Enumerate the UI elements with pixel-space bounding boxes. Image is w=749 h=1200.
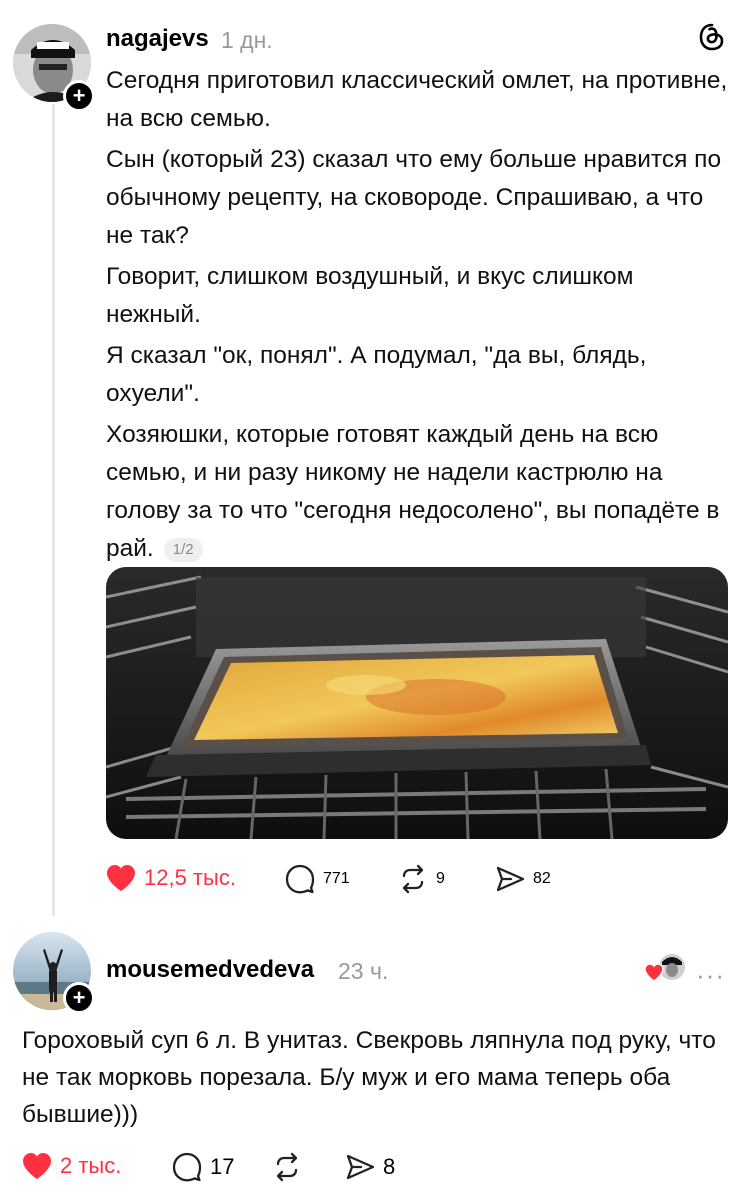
- comment-button[interactable]: 771: [285, 864, 350, 894]
- like-button[interactable]: 12,5 тыс.: [106, 864, 236, 892]
- heart-icon: [23, 1153, 51, 1179]
- comment-icon: [285, 864, 315, 894]
- heart-icon: [107, 865, 135, 891]
- post-timestamp: 1 дн.: [221, 27, 273, 53]
- comment-count: 771: [323, 870, 350, 887]
- share-count: 82: [533, 870, 551, 887]
- reply-comment-count: 17: [210, 1154, 235, 1179]
- post-paragraph: Хозяюшки, которые готовят каждый день на…: [106, 416, 731, 568]
- reply-repost-button[interactable]: [272, 1152, 302, 1182]
- repost-button[interactable]: 9: [398, 864, 445, 894]
- follow-plus-icon[interactable]: +: [63, 80, 95, 112]
- reply-share-button[interactable]: 8: [345, 1152, 395, 1182]
- post-paragraph: Сын (который 23) сказал что ему больше н…: [106, 146, 722, 249]
- post-username[interactable]: nagajevs: [106, 25, 209, 53]
- share-button[interactable]: 82: [495, 864, 551, 894]
- post-paragraph: Я сказал "ок, понял". А подумал, "да вы,…: [106, 342, 647, 407]
- repost-count: 9: [436, 870, 445, 887]
- post-image-omelette-in-oven[interactable]: [106, 567, 728, 839]
- thread-connector-line: [52, 104, 55, 916]
- threads-logo-icon[interactable]: [697, 22, 727, 57]
- reply-like-count: 2 тыс.: [60, 1153, 122, 1178]
- post-paragraph: Сегодня приготовил классический омлет, н…: [106, 67, 728, 132]
- reply-body: Гороховый суп 6 л. В унитаз. Свекровь ля…: [22, 1027, 716, 1128]
- reply-follow-plus-icon[interactable]: +: [63, 982, 95, 1014]
- more-options-icon[interactable]: ···: [696, 960, 725, 991]
- reply-share-count: 8: [383, 1154, 396, 1179]
- like-count: 12,5 тыс.: [144, 865, 236, 890]
- share-icon: [346, 1154, 375, 1180]
- reply-timestamp: 23 ч.: [338, 958, 389, 984]
- repost-icon: [402, 864, 424, 894]
- comment-icon: [172, 1152, 202, 1182]
- reply-like-button[interactable]: 2 тыс.: [22, 1152, 121, 1180]
- post-body: Сегодня приготовил классический омлет, н…: [106, 62, 731, 571]
- page-indicator: 1/2: [163, 538, 203, 562]
- repost-icon: [276, 1152, 298, 1182]
- author-liked-indicator: [642, 952, 688, 989]
- reply-username[interactable]: mousemedvedeva: [106, 956, 314, 984]
- share-icon: [496, 866, 525, 892]
- post-paragraph: Говорит, слишком воздушный, и вкус слишк…: [106, 263, 634, 328]
- reply-comment-button[interactable]: 17: [172, 1152, 234, 1182]
